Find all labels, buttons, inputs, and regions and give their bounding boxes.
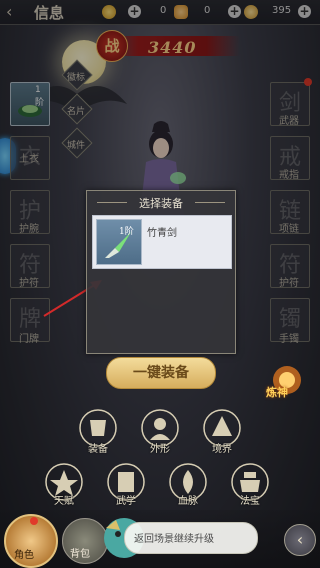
bloodline-function-label: 血脉: [178, 496, 198, 507]
return-to-scene-label: 返回场景继续升级: [134, 534, 214, 545]
realm-function-label: 境界: [212, 444, 232, 455]
dialog-title: 选择装备: [139, 197, 183, 210]
martial-function-label: 武学: [116, 496, 136, 507]
one-click-equip-button[interactable]: 一键装备: [106, 357, 216, 389]
equipment-function-label: 装备: [88, 444, 108, 455]
item-name: 竹青剑: [147, 228, 177, 239]
refine-label: 炼神: [266, 386, 288, 399]
title-divider-right: [195, 202, 225, 203]
back-button[interactable]: ‹: [284, 524, 316, 556]
red-dot-badge: [30, 517, 38, 525]
talent-function-label: 天赋: [54, 496, 74, 507]
equipment-item-row[interactable]: 1阶 竹青剑: [92, 215, 232, 269]
item-tier: 1阶: [119, 227, 134, 237]
sword-item-icon: 1阶: [96, 219, 142, 265]
appearance-function-label: 外形: [150, 444, 170, 455]
nav-character-label: 角色: [14, 550, 34, 561]
treasure-function-label: 法宝: [240, 496, 260, 507]
nav-bag-label: 背包: [70, 549, 90, 560]
select-equipment-dialog: 选择装备 1阶 竹青剑: [86, 190, 236, 354]
